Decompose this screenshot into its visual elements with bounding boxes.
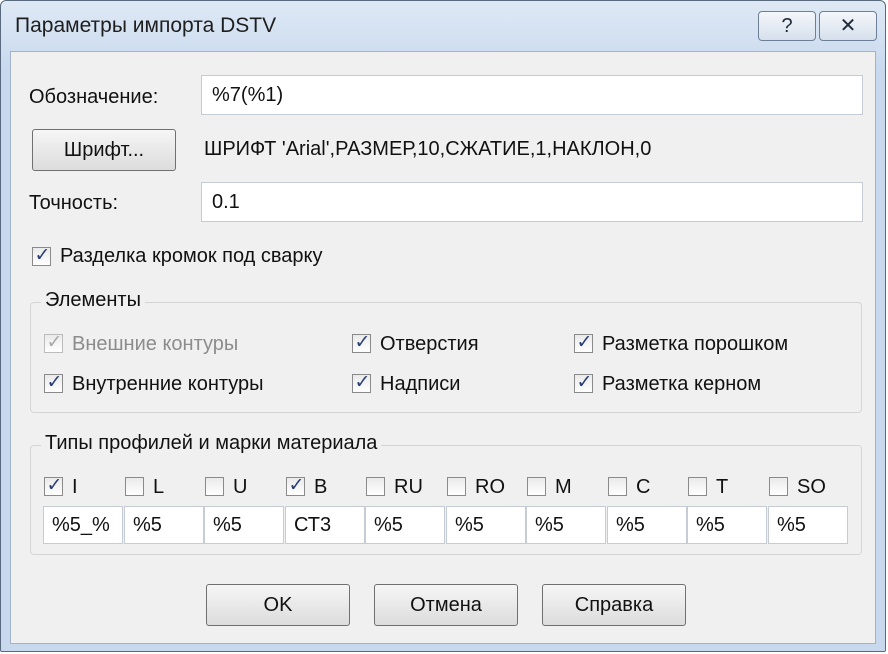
profile-checkbox-ro[interactable]: [447, 477, 466, 496]
profile-checkbox-m[interactable]: [527, 477, 546, 496]
holes-checkbox[interactable]: ✓: [352, 331, 371, 353]
title-bar[interactable]: Параметры импорта DSTV ? ✕: [1, 1, 885, 47]
checkmark-icon: ✓: [576, 331, 593, 353]
powder-marking-checkbox[interactable]: ✓: [574, 331, 593, 353]
elements-group: Элементы ✓ Внешние контуры ✓ Отверстия ✓…: [30, 289, 862, 413]
edge-prep-checkbox[interactable]: ✓: [32, 244, 51, 266]
checkmark-icon: ✓: [34, 244, 51, 266]
checkmark-icon: ✓: [288, 474, 305, 496]
profile-label-l: L: [153, 476, 165, 498]
font-button[interactable]: Шрифт...: [32, 129, 176, 171]
checkmark-icon: ✓: [354, 371, 371, 393]
profile-field-l[interactable]: %5: [124, 506, 204, 544]
profile-label-i: I: [72, 476, 78, 498]
profile-field-c[interactable]: %5: [607, 506, 687, 544]
profile-field-t[interactable]: %5: [687, 506, 767, 544]
profile-field-b[interactable]: СТ3: [285, 506, 365, 544]
checkmark-icon: ✓: [46, 371, 63, 393]
inscriptions-label: Надписи: [380, 373, 461, 395]
powder-marking-label: Разметка порошком: [602, 333, 789, 355]
profile-checkbox-b[interactable]: ✓: [286, 474, 305, 496]
profile-label-m: M: [555, 476, 572, 498]
dialog-body: Обозначение: %7(%1) Шрифт... ШРИФТ 'Aria…: [10, 51, 876, 644]
external-contours-checkbox[interactable]: ✓: [44, 331, 63, 353]
external-contours-label: Внешние контуры: [72, 333, 239, 355]
checkmark-icon: ✓: [354, 331, 371, 353]
profile-field-ru[interactable]: %5: [365, 506, 445, 544]
cancel-button[interactable]: Отмена: [374, 584, 518, 626]
profile-checkbox-ru[interactable]: [366, 477, 385, 496]
profile-label-t: T: [716, 476, 729, 498]
holes-label: Отверстия: [380, 333, 479, 355]
help-title-button[interactable]: ?: [758, 11, 816, 41]
help-button[interactable]: Справка: [542, 584, 686, 626]
edge-prep-label: Разделка кромок под сварку: [60, 245, 323, 267]
profile-checkbox-i[interactable]: ✓: [44, 474, 63, 496]
profile-label-b: B: [314, 476, 328, 498]
profile-checkbox-c[interactable]: [608, 477, 627, 496]
checkmark-icon: ✓: [46, 331, 63, 353]
precision-label: Точность:: [29, 192, 119, 214]
elements-group-title: Элементы: [41, 289, 145, 312]
punch-marking-checkbox[interactable]: ✓: [574, 371, 593, 393]
checkmark-icon: ✓: [576, 371, 593, 393]
profile-label-so: SO: [797, 476, 826, 498]
ok-button[interactable]: OK: [206, 584, 350, 626]
close-title-button[interactable]: ✕: [819, 11, 877, 41]
profile-checkbox-l[interactable]: [125, 477, 144, 496]
internal-contours-label: Внутренние контуры: [72, 373, 264, 395]
profiles-group-title: Типы профилей и марки материала: [41, 432, 382, 455]
checkmark-icon: ✓: [46, 474, 63, 496]
profile-label-ru: RU: [394, 476, 423, 498]
profile-label-ro: RO: [475, 476, 505, 498]
dialog-window: Параметры импорта DSTV ? ✕ Обозначение: …: [0, 0, 886, 652]
internal-contours-checkbox[interactable]: ✓: [44, 371, 63, 393]
profile-field-u[interactable]: %5: [204, 506, 284, 544]
profile-label-c: C: [636, 476, 651, 498]
profile-field-so[interactable]: %5: [768, 506, 848, 544]
profile-checkbox-t[interactable]: [688, 477, 707, 496]
font-description: ШРИФТ 'Arial',РАЗМЕР,10,СЖАТИЕ,1,НАКЛОН,…: [204, 138, 652, 160]
punch-marking-label: Разметка керном: [602, 373, 762, 395]
precision-input[interactable]: 0.1: [201, 182, 863, 222]
profile-label-u: U: [233, 476, 248, 498]
inscriptions-checkbox[interactable]: ✓: [352, 371, 371, 393]
profile-checkbox-so[interactable]: [769, 477, 788, 496]
designation-input[interactable]: %7(%1): [201, 75, 863, 115]
profile-field-m[interactable]: %5: [526, 506, 606, 544]
profile-field-ro[interactable]: %5: [446, 506, 526, 544]
window-title: Параметры импорта DSTV: [15, 14, 277, 37]
designation-label: Обозначение:: [29, 86, 159, 108]
profiles-group: Типы профилей и марки материала ✓ I %5_% L%…: [30, 432, 862, 555]
profile-checkbox-u[interactable]: [205, 477, 224, 496]
profile-field-i[interactable]: %5_%: [43, 506, 123, 544]
